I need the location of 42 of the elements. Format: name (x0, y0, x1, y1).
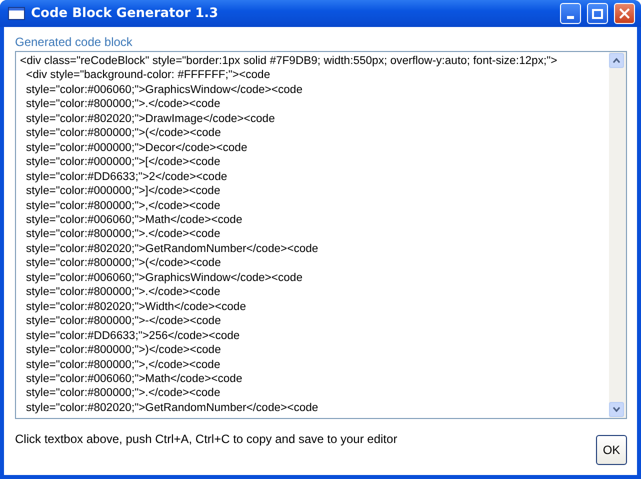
scrollbar[interactable] (609, 52, 626, 418)
ok-button[interactable]: OK (596, 435, 627, 465)
code-line: style="color:#800000;">.</code><code (25, 285, 222, 300)
code-text-area[interactable] (15, 51, 627, 419)
code-line: style="color:#000000;">Decor</code><code (25, 140, 248, 156)
instruction-text: Click textbox above, push Ctrl+A, Ctrl+C to copy and save to your editor (15, 432, 398, 446)
maximize-button[interactable] (587, 3, 608, 24)
code-line: style="color:#000000;">[</code><code (25, 155, 222, 170)
code-line: style="color:#800000;">)</code><code (25, 343, 222, 358)
field-label: Generated code block (15, 35, 134, 49)
code-line: style="color:#800000;">.</code><code (25, 97, 222, 112)
code-line: style="color:#006060;">GraphicsWindow</code><code (25, 82, 304, 98)
scroll-up-button[interactable] (609, 53, 624, 68)
code-line: style="color:#006060;">GraphicsWindow</code><code (25, 270, 304, 286)
code-line: style="color:#006060;">Math</code><code (25, 372, 244, 386)
window-title: Code Block Generator 1.3 (31, 6, 220, 21)
code-line: style="color:#DD6633;">256</code><code (25, 328, 241, 344)
code-line: style="color:#006060;">Math</code><code (25, 212, 244, 228)
maximize-icon (592, 8, 603, 18)
code-line: style="color:#802020;">Width</code><code (25, 300, 247, 314)
code-line: <div style="background-color: #FFFFFF;"><code (25, 68, 272, 83)
close-button[interactable] (614, 3, 635, 24)
code-line: style="color:#800000;">,</code><code (25, 198, 222, 213)
minimize-button[interactable] (560, 3, 581, 24)
code-line: style="color:#DD6633;">2</code><code (25, 170, 228, 184)
code-line: style="color:#802020;">GetRandomNumber</code><code (25, 400, 320, 416)
close-icon (619, 8, 630, 19)
minimize-icon (567, 16, 574, 19)
window-icon (8, 7, 25, 20)
code-line: <div class="reCodeBlock" style="border:1px solid #7F9DB9; width:550px; overflow-y:auto; font-size:12px;"> (20, 54, 558, 68)
code-line: style="color:#800000;">.</code><code (25, 386, 222, 401)
code-line: style="color:#800000;">.</code><code (25, 227, 222, 242)
code-line: style="color:#800000;">,</code><code (25, 358, 222, 372)
scroll-down-button[interactable] (609, 402, 624, 417)
code-line: style="color:#000000;">]</code><code (25, 184, 222, 199)
code-line: style="color:#802020;">DrawImage</code><code (25, 112, 276, 126)
code-line: style="color:#802020;">GetRandomNumber</code><code (25, 242, 320, 256)
code-line: style="color:#800000;">(</code><code (25, 126, 222, 141)
code-line: style="color:#800000;">(</code><code (25, 256, 222, 271)
down-caret-icon (613, 407, 620, 412)
code-line: style="color:#800000;">-</code><code (25, 314, 222, 329)
up-caret-icon (613, 58, 620, 63)
